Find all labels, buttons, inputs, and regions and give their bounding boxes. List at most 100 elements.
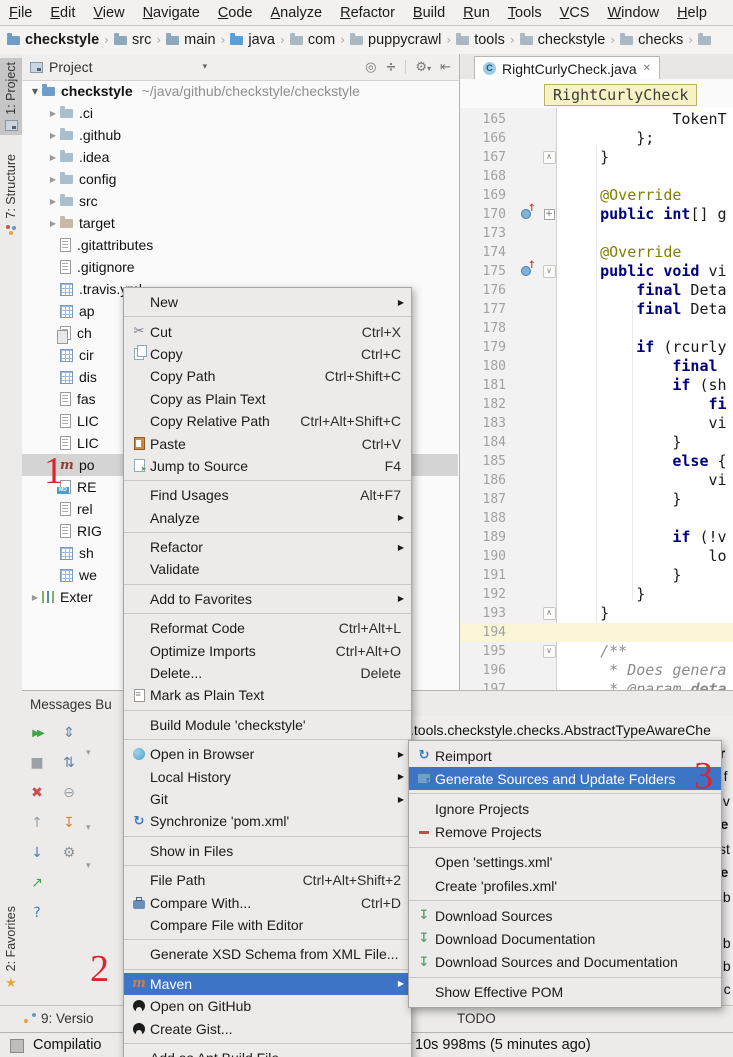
menubar-item-analyze[interactable]: Analyze <box>262 5 332 21</box>
context-menu-create-gist[interactable]: Create Gist... <box>124 1017 411 1039</box>
maven-menu-show-effective-pom[interactable]: Show Effective POM <box>409 981 721 1004</box>
override-method-icon[interactable] <box>518 205 538 224</box>
context-menu-add-as-ant-build-file[interactable]: Add as Ant Build File <box>124 1047 411 1057</box>
breadcrumb-checks[interactable]: checks <box>620 32 683 48</box>
chevron-down-icon[interactable]: ▾ <box>203 62 208 72</box>
tree-arrow-closed-icon[interactable]: ▶ <box>46 219 60 228</box>
tree-arrow-closed-icon[interactable]: ▶ <box>46 153 60 162</box>
context-menu-optimize-imports[interactable]: Optimize ImportsCtrl+Alt+O <box>124 639 411 661</box>
tree-item-idea[interactable]: ▶.idea <box>22 146 458 168</box>
menubar-item-run[interactable]: Run <box>454 5 499 21</box>
maven-menu-remove-projects[interactable]: Remove Projects <box>409 821 721 844</box>
breadcrumb-com[interactable]: com <box>290 32 335 48</box>
close-tab-icon[interactable]: ✕ <box>643 63 651 74</box>
menubar-item-refactor[interactable]: Refactor <box>331 5 404 21</box>
context-menu-mark-as-plain-text[interactable]: Mark as Plain Text <box>124 684 411 706</box>
tool-tab-version-control[interactable]: 9: Versio <box>24 1011 94 1026</box>
context-menu-copy[interactable]: CopyCtrl+C <box>124 343 411 365</box>
context-menu-file-path[interactable]: File PathCtrl+Alt+Shift+2 <box>124 869 411 891</box>
context-menu-copy-path[interactable]: Copy PathCtrl+Shift+C <box>124 365 411 387</box>
tree-item-checkstyle[interactable]: ▼checkstyle~/java/github/checkstyle/chec… <box>22 80 458 102</box>
tree-arrow-closed-icon[interactable]: ▶ <box>46 109 60 118</box>
menubar-item-help[interactable]: Help <box>668 5 716 21</box>
context-menu-maven[interactable]: mMaven▶ <box>124 973 411 995</box>
fold-plus-icon[interactable]: + <box>544 209 555 220</box>
tray-download-icon[interactable]: ↧ <box>59 808 79 838</box>
breadcrumb-class-chip[interactable]: RightCurlyCheck <box>544 84 697 106</box>
breadcrumb-tools[interactable]: tools <box>456 32 505 48</box>
context-menu-new[interactable]: New▶ <box>124 291 411 313</box>
context-menu-cut[interactable]: ✂CutCtrl+X <box>124 320 411 342</box>
tool-tab-favorites[interactable]: 2: Favorites ★ <box>0 902 22 995</box>
fold-down-icon[interactable]: ∨ <box>543 265 556 278</box>
editor-tab-rightcurlycheck[interactable]: C RightCurlyCheck.java ✕ <box>474 56 660 80</box>
project-panel-header[interactable]: Project ▾ ◎ ÷ ⚙▾ ⇤ <box>22 54 459 81</box>
collapse-all-icon[interactable]: ÷ <box>386 60 397 75</box>
tree-item-ci[interactable]: ▶.ci <box>22 102 458 124</box>
menubar-item-tools[interactable]: Tools <box>499 5 551 21</box>
context-menu-reformat-code[interactable]: Reformat CodeCtrl+Alt+L <box>124 617 411 639</box>
export-icon[interactable]: ↗ <box>27 868 47 898</box>
context-menu-compare-with[interactable]: Compare With...Ctrl+D <box>124 891 411 913</box>
context-menu-open-in-browser[interactable]: Open in Browser▶ <box>124 743 411 765</box>
tree-item-target[interactable]: ▶target <box>22 212 458 234</box>
menubar-item-edit[interactable]: Edit <box>41 5 84 21</box>
context-menu-delete[interactable]: Delete...Delete <box>124 662 411 684</box>
tree-arrow-closed-icon[interactable]: ▶ <box>28 593 42 602</box>
tree-arrow-closed-icon[interactable]: ▶ <box>46 197 60 206</box>
rerun-icon[interactable]: ▶▶ <box>27 718 47 748</box>
stop-icon[interactable]: ■ <box>27 748 47 778</box>
help-icon[interactable]: ? <box>27 898 47 928</box>
hide-panel-icon[interactable]: ⇤ <box>440 60 451 75</box>
context-menu-generate-xsd-schema-from-xml-file[interactable]: Generate XSD Schema from XML File... <box>124 943 411 965</box>
collapse-all-icon[interactable]: ⇅ <box>59 748 79 778</box>
breadcrumb-src[interactable]: src <box>114 32 151 48</box>
settings-wrench-icon[interactable]: ⚙ <box>59 838 79 868</box>
fold-up-icon[interactable]: ∧ <box>543 151 556 164</box>
tool-tab-structure[interactable]: 7: Structure <box>0 150 22 240</box>
breadcrumb-java[interactable]: java <box>230 32 275 48</box>
context-menu-refactor[interactable]: Refactor▶ <box>124 536 411 558</box>
context-menu-find-usages[interactable]: Find UsagesAlt+F7 <box>124 484 411 506</box>
maven-menu-download-sources[interactable]: ↧Download Sources <box>409 904 721 927</box>
context-menu-jump-to-source[interactable]: Jump to SourceF4 <box>124 455 411 477</box>
menubar-item-vcs[interactable]: VCS <box>551 5 599 21</box>
context-menu-compare-file-with-editor[interactable]: Compare File with Editor <box>124 914 411 936</box>
tree-item-src[interactable]: ▶src <box>22 190 458 212</box>
maven-menu-download-documentation[interactable]: ↧Download Documentation <box>409 927 721 950</box>
locate-file-icon[interactable]: ◎ <box>365 60 376 75</box>
context-menu-build-module-checkstyle[interactable]: Build Module 'checkstyle' <box>124 714 411 736</box>
tree-item-github[interactable]: ▶.github <box>22 124 458 146</box>
menubar-item-file[interactable]: File <box>0 5 41 21</box>
breadcrumb-checkstyle[interactable]: checkstyle <box>520 32 606 48</box>
tree-item-config[interactable]: ▶config <box>22 168 458 190</box>
maven-menu-download-sources-and-documentation[interactable]: ↧Download Sources and Documentation <box>409 951 721 974</box>
context-menu-copy-as-plain-text[interactable]: Copy as Plain Text <box>124 388 411 410</box>
breadcrumb-checkstyle[interactable]: checkstyle <box>7 32 99 48</box>
tree-item-gitignore[interactable]: .gitignore <box>22 256 458 278</box>
tool-tab-project[interactable]: 1: Project <box>0 58 22 135</box>
code-view[interactable]: 165 TokenT166 };167∧ }168169 @Override17… <box>460 110 733 690</box>
context-menu-validate[interactable]: Validate <box>124 558 411 580</box>
fold-down-icon[interactable]: ∨ <box>543 645 556 658</box>
tool-tab-todo[interactable]: TODO <box>457 1011 496 1026</box>
context-menu-show-in-files[interactable]: Show in Files <box>124 840 411 862</box>
context-menu-analyze[interactable]: Analyze▶ <box>124 507 411 529</box>
maven-menu-reimport[interactable]: ↻Reimport <box>409 744 721 767</box>
context-menu-copy-relative-path[interactable]: Copy Relative PathCtrl+Alt+Shift+C <box>124 410 411 432</box>
maven-menu-generate-sources-and-update-folders[interactable]: Generate Sources and Update Folders <box>409 767 721 790</box>
gear-icon[interactable]: ⚙▾ <box>415 60 431 75</box>
tree-expand-icon[interactable]: ▾ <box>86 748 91 758</box>
tree-arrow-closed-icon[interactable]: ▶ <box>46 175 60 184</box>
tree-expand-icon[interactable]: ▾ <box>86 861 91 871</box>
breadcrumb-main[interactable]: main <box>166 32 215 48</box>
expand-all-icon[interactable]: ⇕ <box>59 718 79 748</box>
context-menu-synchronize-pom-xml[interactable]: ↻Synchronize 'pom.xml' <box>124 810 411 832</box>
context-menu-git[interactable]: Git▶ <box>124 788 411 810</box>
menubar-item-view[interactable]: View <box>84 5 133 21</box>
breadcrumb-partial[interactable] <box>698 36 711 45</box>
menubar-item-window[interactable]: Window <box>598 5 668 21</box>
maven-menu-open-settings-xml[interactable]: Open 'settings.xml' <box>409 851 721 874</box>
tree-expand-icon[interactable]: ▾ <box>86 823 91 833</box>
maven-menu-create-profiles-xml[interactable]: Create 'profiles.xml' <box>409 874 721 897</box>
